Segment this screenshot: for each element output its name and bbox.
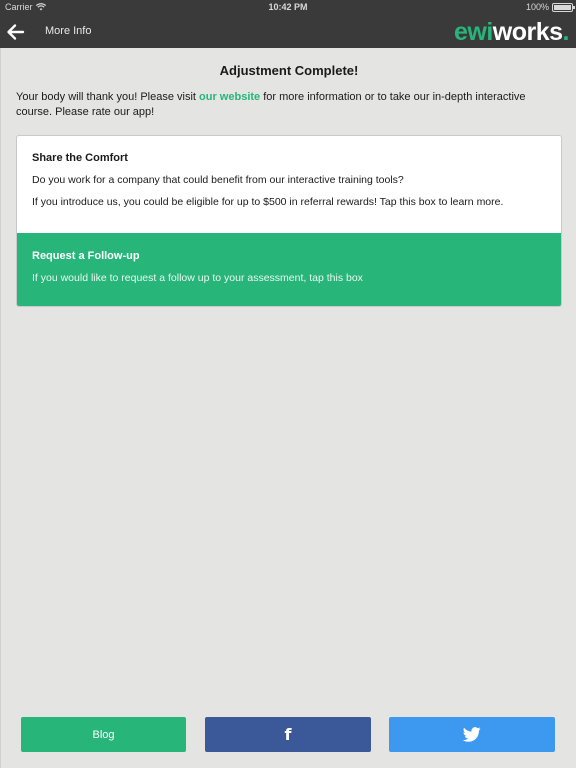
facebook-button[interactable]: f — [205, 717, 371, 752]
arrow-left-icon — [7, 24, 25, 40]
intro-text: Your body will thank you! Please visit o… — [16, 90, 564, 120]
logo-ewi: ewi — [453, 18, 493, 46]
request-followup-card[interactable]: Request a Follow-up If you would like to… — [17, 233, 561, 306]
share-comfort-card[interactable]: Share the Comfort Do you work for a comp… — [17, 136, 561, 233]
cards-container: Share the Comfort Do you work for a comp… — [16, 135, 562, 307]
twitter-button[interactable] — [389, 717, 555, 752]
nav-title: More Info — [45, 25, 92, 37]
share-card-line1: Do you work for a company that could ben… — [32, 174, 404, 186]
status-bar: Carrier 10:42 PM 100% — [0, 0, 576, 15]
page-heading: Adjustment Complete! — [219, 63, 359, 78]
followup-card-line1: If you would like to request a follow up… — [32, 272, 363, 284]
share-card-title: Share the Comfort — [32, 152, 128, 164]
ewiworks-logo: ewiworks. — [453, 18, 570, 46]
share-card-line2: If you introduce us, you could be eligib… — [32, 196, 504, 208]
battery-percent: 100% — [525, 2, 549, 12]
logo-dot: . — [562, 18, 570, 46]
blog-button-label: Blog — [92, 728, 115, 741]
twitter-icon — [463, 727, 481, 742]
status-time: 10:42 PM — [268, 2, 308, 12]
blog-button[interactable]: Blog — [21, 717, 186, 752]
main-content: Adjustment Complete! Your body will than… — [0, 48, 576, 768]
facebook-icon: f — [284, 725, 292, 744]
intro-before: Your body will thank you! Please visit — [16, 91, 200, 103]
battery-group: 100% — [525, 2, 575, 12]
followup-card-title: Request a Follow-up — [32, 250, 140, 262]
battery-icon — [552, 2, 575, 12]
website-link[interactable]: our website — [199, 91, 260, 103]
logo-works: works — [492, 18, 563, 46]
nav-bar: More Info ewiworks. — [0, 15, 576, 48]
back-button[interactable] — [5, 21, 27, 43]
